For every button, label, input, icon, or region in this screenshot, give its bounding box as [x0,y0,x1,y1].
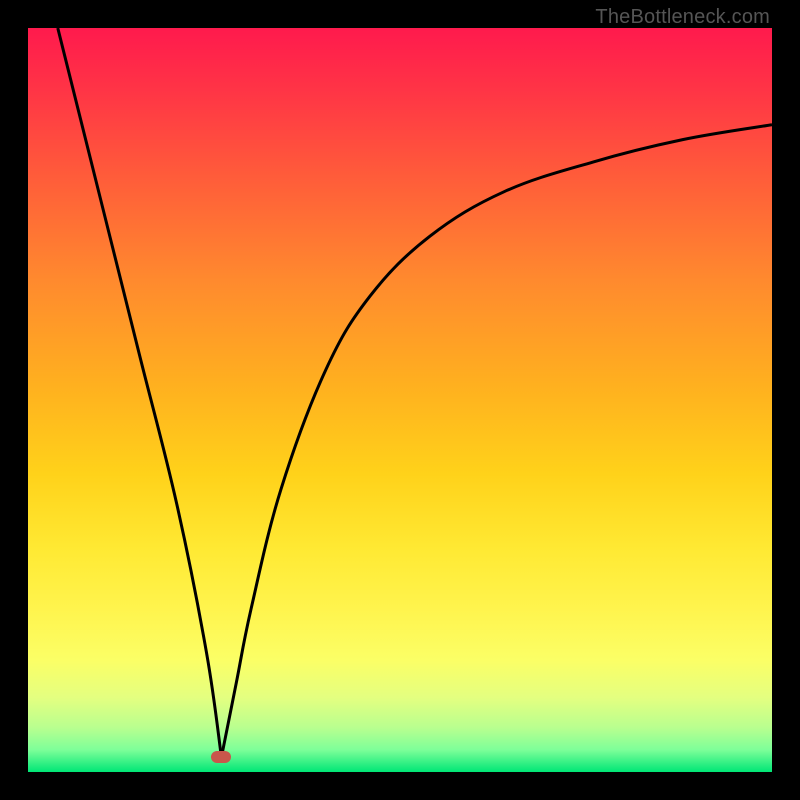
chart-curve [28,28,772,772]
curve-right-branch [221,125,772,757]
minimum-marker [211,751,231,763]
chart-plot-area [28,28,772,772]
curve-left-branch [58,28,222,757]
watermark-text: TheBottleneck.com [595,6,770,29]
